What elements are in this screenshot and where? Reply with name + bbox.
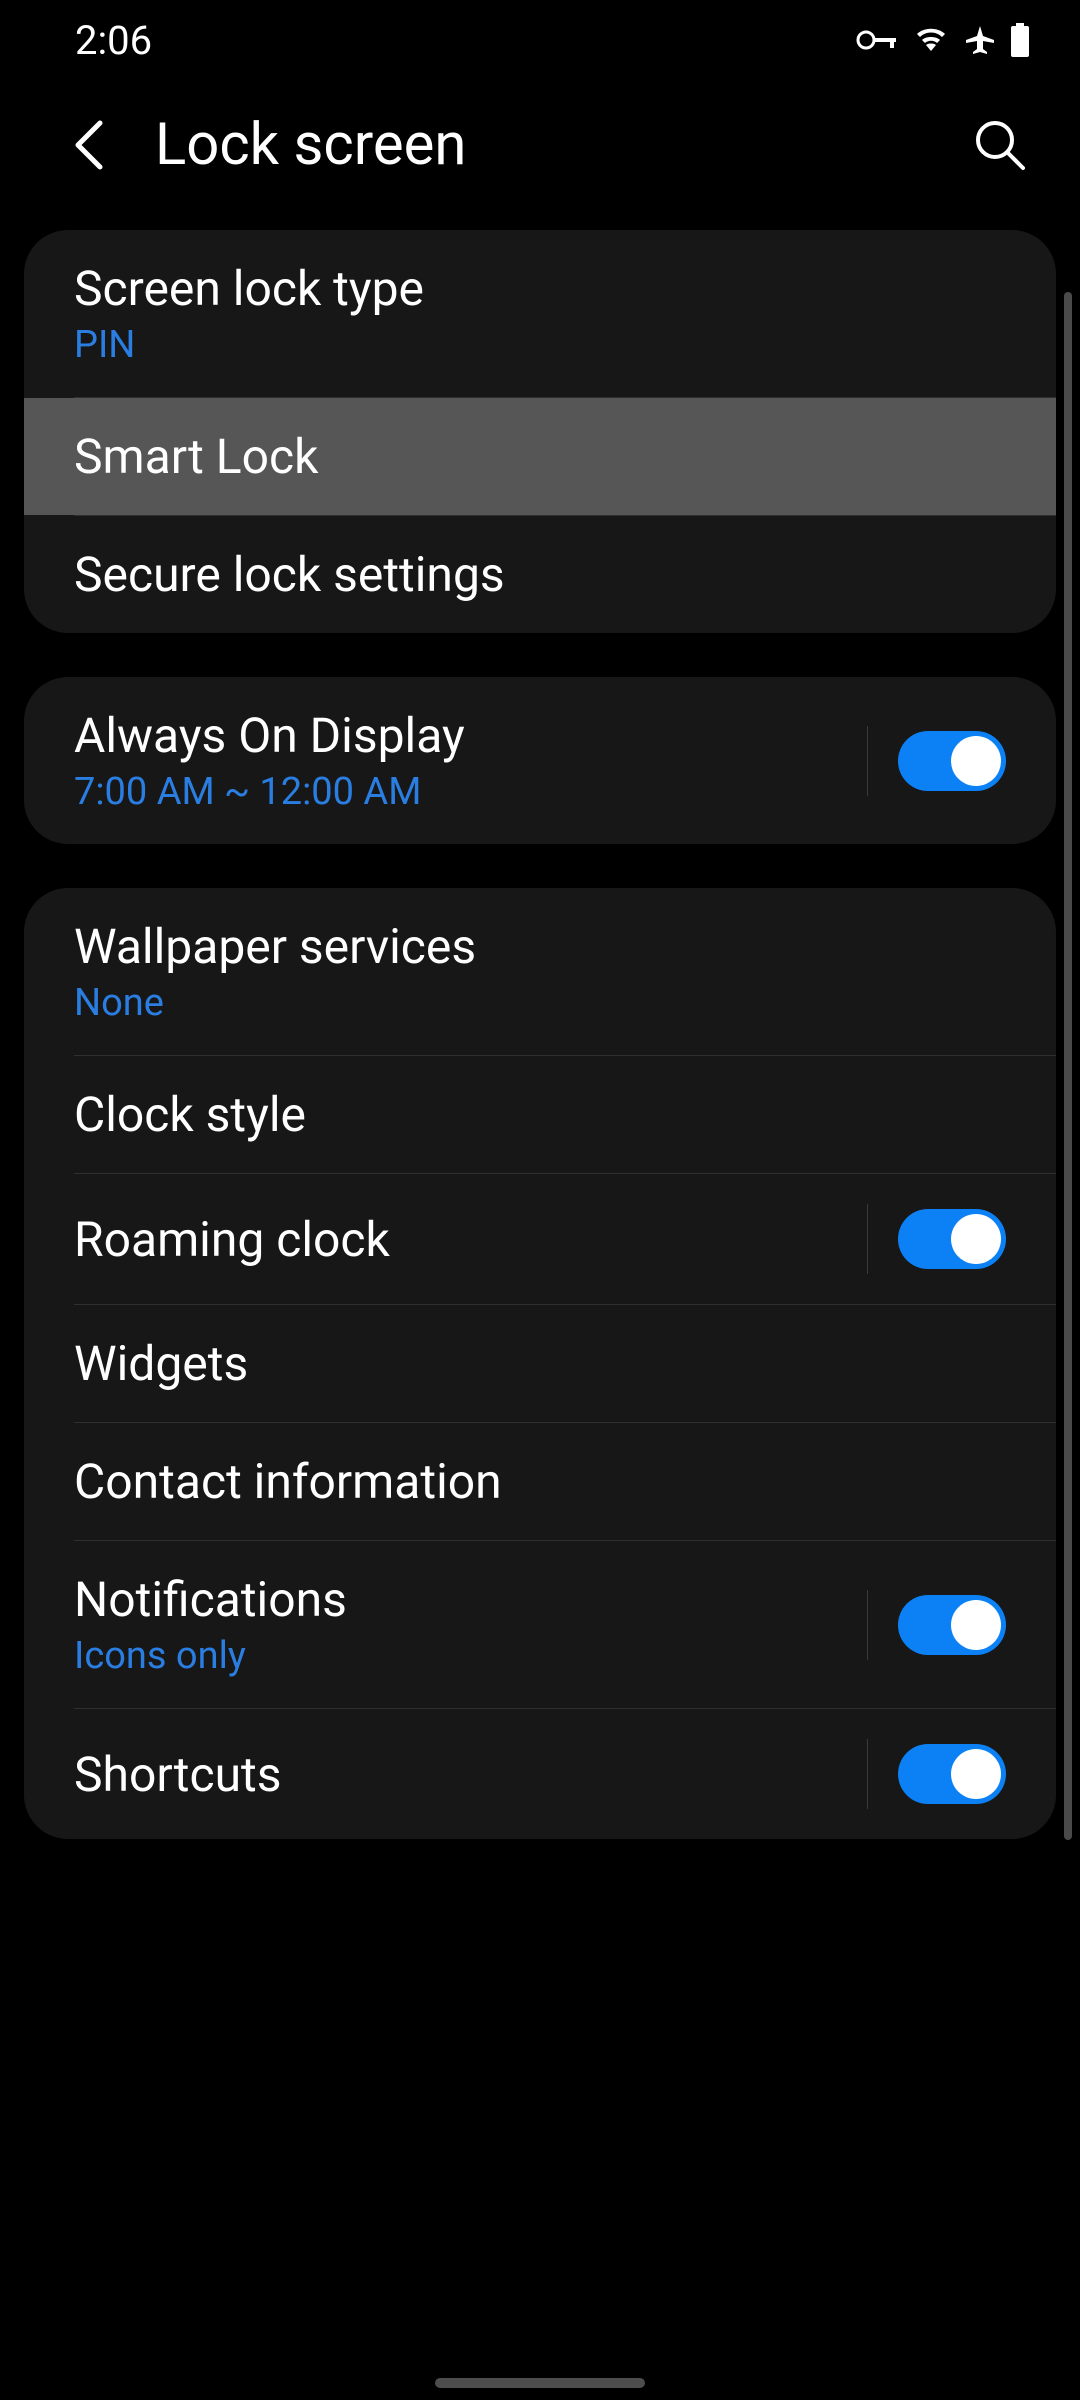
search-icon xyxy=(973,118,1027,172)
settings-group: Always On Display 7:00 AM ~ 12:00 AM xyxy=(24,677,1056,844)
item-title: Widgets xyxy=(74,1335,1006,1392)
wifi-icon xyxy=(912,25,950,55)
back-button[interactable] xyxy=(60,115,120,175)
app-bar: Lock screen xyxy=(0,80,1080,210)
list-item-notifications[interactable]: Notifications Icons only xyxy=(24,1541,1056,1708)
switch-divider xyxy=(867,1590,868,1660)
toggle-shortcuts[interactable] xyxy=(898,1744,1006,1804)
toggle-roaming-clock[interactable] xyxy=(898,1209,1006,1269)
list-item-smart-lock[interactable]: Smart Lock xyxy=(24,398,1056,515)
status-time: 2:06 xyxy=(75,17,152,64)
settings-group: Wallpaper services None Clock style Roam… xyxy=(24,888,1056,1839)
list-item-roaming-clock[interactable]: Roaming clock xyxy=(24,1174,1056,1304)
switch-divider xyxy=(867,1739,868,1809)
toggle-notifications[interactable] xyxy=(898,1595,1006,1655)
list-item-contact-information[interactable]: Contact information xyxy=(24,1423,1056,1540)
item-title: Clock style xyxy=(74,1086,1006,1143)
scrollbar[interactable] xyxy=(1064,292,1072,1840)
switch-divider xyxy=(867,726,868,796)
list-item-screen-lock-type[interactable]: Screen lock type PIN xyxy=(24,230,1056,397)
list-item-secure-lock-settings[interactable]: Secure lock settings xyxy=(24,516,1056,633)
status-bar: 2:06 xyxy=(0,0,1080,80)
vpn-key-icon xyxy=(856,30,898,50)
item-title: Shortcuts xyxy=(74,1746,867,1803)
search-button[interactable] xyxy=(970,115,1030,175)
settings-group: Screen lock type PIN Smart Lock Secure l… xyxy=(24,230,1056,633)
list-item-wallpaper-services[interactable]: Wallpaper services None xyxy=(24,888,1056,1055)
item-title: Smart Lock xyxy=(74,428,1006,485)
item-title: Contact information xyxy=(74,1453,1006,1510)
item-title: Roaming clock xyxy=(74,1211,867,1268)
item-subtitle: None xyxy=(74,981,1006,1025)
page-title: Lock screen xyxy=(155,111,935,179)
airplane-icon xyxy=(964,24,996,56)
nav-handle[interactable] xyxy=(435,2378,645,2388)
switch-divider xyxy=(867,1204,868,1274)
content: Screen lock type PIN Smart Lock Secure l… xyxy=(0,210,1080,1839)
list-item-shortcuts[interactable]: Shortcuts xyxy=(24,1709,1056,1839)
item-title: Notifications xyxy=(74,1571,867,1628)
item-subtitle: 7:00 AM ~ 12:00 AM xyxy=(74,770,867,814)
list-item-clock-style[interactable]: Clock style xyxy=(24,1056,1056,1173)
item-title: Wallpaper services xyxy=(74,918,1006,975)
battery-icon xyxy=(1010,23,1030,57)
status-icons xyxy=(856,23,1030,57)
toggle-always-on-display[interactable] xyxy=(898,731,1006,791)
item-title: Secure lock settings xyxy=(74,546,1006,603)
item-subtitle: Icons only xyxy=(74,1634,867,1678)
list-item-always-on-display[interactable]: Always On Display 7:00 AM ~ 12:00 AM xyxy=(24,677,1056,844)
item-title: Always On Display xyxy=(74,707,867,764)
back-icon xyxy=(70,115,110,175)
item-title: Screen lock type xyxy=(74,260,1006,317)
list-item-widgets[interactable]: Widgets xyxy=(24,1305,1056,1422)
item-subtitle: PIN xyxy=(74,323,1006,367)
